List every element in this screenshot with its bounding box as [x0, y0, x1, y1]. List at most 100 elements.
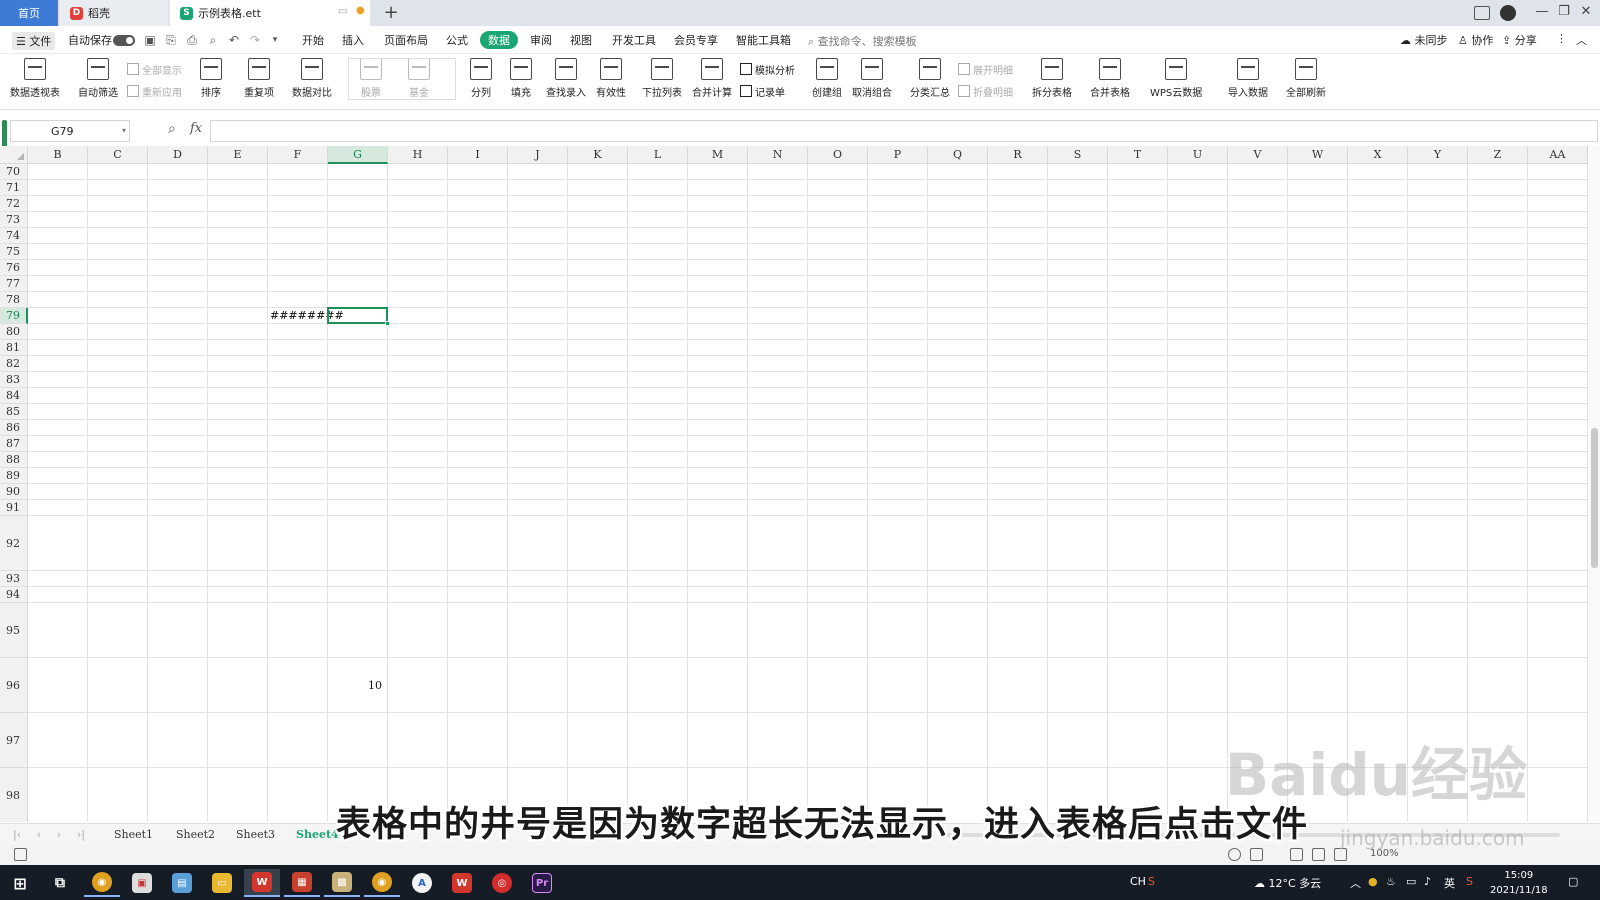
- task-view-button[interactable]: ⧉: [42, 869, 78, 897]
- taskbar-app-9[interactable]: A: [404, 869, 440, 897]
- column-header-m[interactable]: M: [688, 146, 748, 164]
- sync-status[interactable]: ☁ 未同步: [1400, 32, 1448, 48]
- column-header-v[interactable]: V: [1228, 146, 1288, 164]
- auto-filter-button[interactable]: 自动筛选: [78, 58, 118, 99]
- split-column-button[interactable]: 分列: [470, 58, 492, 99]
- row-header-81[interactable]: 81: [0, 340, 28, 356]
- fx-icon[interactable]: fx: [190, 121, 202, 136]
- tray-app-icon-2[interactable]: ♨: [1386, 875, 1396, 888]
- column-header-t[interactable]: T: [1108, 146, 1168, 164]
- column-header-p[interactable]: P: [868, 146, 928, 164]
- row-header-86[interactable]: 86: [0, 420, 28, 436]
- taskbar-app-6[interactable]: ▦: [284, 869, 320, 897]
- row-header-94[interactable]: 94: [0, 587, 28, 603]
- menu-review[interactable]: 审阅: [530, 32, 552, 48]
- page-break-view-icon[interactable]: [1312, 848, 1325, 861]
- row-header-98[interactable]: 98: [0, 768, 28, 822]
- pivot-table-button[interactable]: 数据透视表: [10, 58, 60, 99]
- notification-icon[interactable]: ▢: [1568, 875, 1578, 888]
- subtotal-button[interactable]: 分类汇总: [910, 58, 950, 99]
- volume-icon[interactable]: ♪: [1424, 875, 1431, 888]
- selected-cell-g79[interactable]: [327, 307, 388, 324]
- freeze-icon[interactable]: [1250, 848, 1263, 861]
- menu-smart-tools[interactable]: 智能工具箱: [736, 32, 791, 48]
- column-header-aa[interactable]: AA: [1528, 146, 1588, 164]
- more-icon[interactable]: ⋮: [1556, 32, 1567, 45]
- name-box[interactable]: G79: [10, 120, 130, 142]
- create-group-button[interactable]: 创建组: [812, 58, 842, 99]
- column-header-i[interactable]: I: [448, 146, 508, 164]
- taskbar-explorer[interactable]: ▭: [204, 869, 240, 897]
- layout-icon[interactable]: [1474, 6, 1490, 20]
- windows-start-button[interactable]: ⊞: [2, 869, 38, 897]
- row-header-71[interactable]: 71: [0, 180, 28, 196]
- dropdown-list-button[interactable]: 下拉列表: [642, 58, 682, 99]
- restore-button[interactable]: ❐: [1554, 4, 1574, 19]
- row-header-88[interactable]: 88: [0, 452, 28, 468]
- clock[interactable]: 15:09 2021/11/18: [1490, 868, 1548, 898]
- zoom-icon[interactable]: ⌕: [168, 121, 176, 137]
- select-all-corner[interactable]: [0, 146, 28, 164]
- sheet-tab-1[interactable]: Sheet1: [114, 828, 153, 841]
- import-data-button[interactable]: 导入数据: [1228, 58, 1268, 99]
- column-header-l[interactable]: L: [628, 146, 688, 164]
- row-header-96[interactable]: 96: [0, 658, 28, 713]
- column-header-e[interactable]: E: [208, 146, 268, 164]
- row-header-89[interactable]: 89: [0, 468, 28, 484]
- lookup-entry-button[interactable]: 查找录入: [546, 58, 586, 99]
- export-icon[interactable]: ⎘: [164, 33, 178, 47]
- normal-view-icon[interactable]: [1290, 848, 1303, 861]
- column-header-y[interactable]: Y: [1408, 146, 1468, 164]
- redo-icon[interactable]: ↷: [248, 33, 262, 47]
- column-header-j[interactable]: J: [508, 146, 568, 164]
- row-header-92[interactable]: 92: [0, 516, 28, 571]
- row-header-77[interactable]: 77: [0, 276, 28, 292]
- column-header-d[interactable]: D: [148, 146, 208, 164]
- taskbar-chrome[interactable]: ◉: [84, 869, 120, 897]
- column-header-u[interactable]: U: [1168, 146, 1228, 164]
- last-sheet-icon[interactable]: ›|: [74, 828, 88, 841]
- quick-access-dropdown-icon[interactable]: ▾: [268, 33, 282, 47]
- row-header-74[interactable]: 74: [0, 228, 28, 244]
- column-header-c[interactable]: C: [88, 146, 148, 164]
- row-header-93[interactable]: 93: [0, 571, 28, 587]
- data-compare-button[interactable]: 数据对比: [292, 58, 332, 99]
- row-header-72[interactable]: 72: [0, 196, 28, 212]
- minimize-button[interactable]: —: [1532, 4, 1552, 19]
- print-preview-icon[interactable]: ⌕: [206, 33, 220, 47]
- row-header-95[interactable]: 95: [0, 603, 28, 658]
- tab-home[interactable]: 首页: [0, 0, 58, 26]
- command-search[interactable]: ⌕ 查找命令、搜索模板: [808, 33, 917, 49]
- row-header-83[interactable]: 83: [0, 372, 28, 388]
- taskbar-premiere[interactable]: Pr: [524, 869, 560, 897]
- collapse-ribbon-icon[interactable]: ︿: [1576, 32, 1587, 48]
- menu-member[interactable]: 会员专享: [674, 32, 718, 48]
- file-menu-button[interactable]: ☰ 文件: [12, 32, 56, 50]
- taskbar-wps-2[interactable]: W: [444, 869, 480, 897]
- ungroup-button[interactable]: 取消组合: [852, 58, 892, 99]
- network-icon[interactable]: ▭: [1406, 875, 1416, 888]
- screen-icon[interactable]: ▭: [338, 6, 347, 17]
- macro-record-icon[interactable]: [14, 848, 27, 861]
- weather[interactable]: ☁ 12°C 多云: [1254, 875, 1321, 891]
- column-header-h[interactable]: H: [388, 146, 448, 164]
- row-header-91[interactable]: 91: [0, 500, 28, 516]
- menu-view[interactable]: 视图: [570, 32, 592, 48]
- formula-input[interactable]: [210, 120, 1598, 142]
- show-all-button[interactable]: 全部显示: [127, 62, 182, 77]
- menu-dev-tools[interactable]: 开发工具: [612, 32, 656, 48]
- collapse-detail-button[interactable]: 折叠明细: [958, 84, 1013, 99]
- row-header-80[interactable]: 80: [0, 324, 28, 340]
- spreadsheet-grid[interactable]: B C D E F G H I J K L M N O P Q R S T U V W X Y Z AA 70 71 72 73 74 75…: [0, 146, 1600, 822]
- split-table-button[interactable]: 拆分表格: [1032, 58, 1072, 99]
- autosave-toggle[interactable]: [113, 35, 135, 46]
- save-icon[interactable]: ▣: [143, 33, 157, 47]
- sheet-tab-4[interactable]: Sheet4: [296, 828, 339, 841]
- taskbar-chrome-2[interactable]: ◉: [364, 869, 400, 897]
- reapply-button[interactable]: 重新应用: [127, 84, 182, 99]
- row-header-85[interactable]: 85: [0, 404, 28, 420]
- row-header-75[interactable]: 75: [0, 244, 28, 260]
- column-header-r[interactable]: R: [988, 146, 1048, 164]
- row-header-73[interactable]: 73: [0, 212, 28, 228]
- sheet-tab-3[interactable]: Sheet3: [236, 828, 275, 841]
